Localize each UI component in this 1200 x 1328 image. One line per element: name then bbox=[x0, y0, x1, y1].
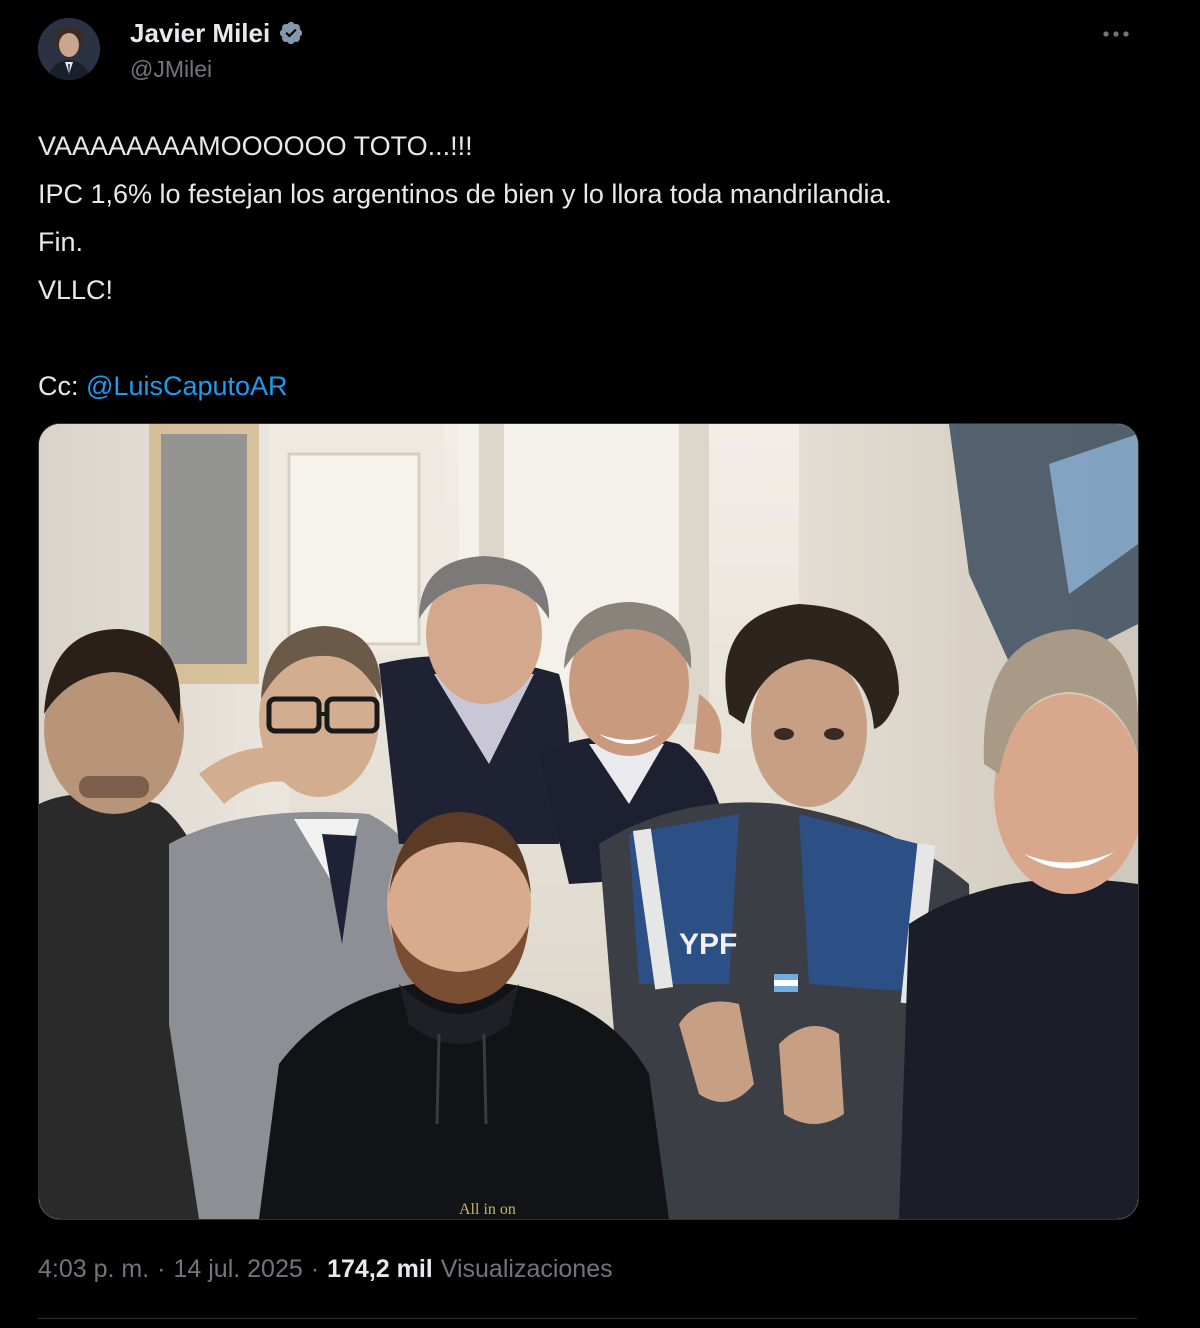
meta-separator: · bbox=[157, 1255, 166, 1283]
tweet-time[interactable]: 4:03 p. m. bbox=[38, 1255, 149, 1284]
tweet-line: Fin. bbox=[38, 227, 84, 257]
verified-badge-icon bbox=[278, 20, 304, 46]
cc-label: Cc: bbox=[38, 371, 87, 401]
author-block: Javier Milei @JMilei bbox=[130, 16, 304, 86]
group-selfie-photo: YPF All in on bbox=[39, 424, 1138, 1219]
tweet-date[interactable]: 14 jul. 2025 bbox=[174, 1255, 303, 1284]
author-avatar[interactable] bbox=[38, 18, 100, 80]
tweet-line: VAAAAAAAAMOOOOOO TOTO...!!! bbox=[38, 131, 473, 161]
tweet-text: VAAAAAAAAMOOOOOO TOTO...!!! IPC 1,6% lo … bbox=[38, 122, 1158, 410]
mention-link[interactable]: @LuisCaputoAR bbox=[86, 371, 288, 401]
shirt-print-text: All in on bbox=[459, 1201, 516, 1218]
meta-separator: · bbox=[310, 1255, 320, 1283]
author-display-name[interactable]: Javier Milei bbox=[130, 18, 270, 49]
author-name-row: Javier Milei bbox=[130, 16, 304, 50]
views-label: Visualizaciones bbox=[440, 1255, 613, 1283]
views-count: 174,2 mil bbox=[327, 1255, 433, 1283]
tweet-line: IPC 1,6% lo festejan los argentinos de b… bbox=[38, 179, 893, 209]
divider bbox=[38, 1318, 1137, 1319]
tweet-photo[interactable]: YPF All in on bbox=[38, 423, 1139, 1220]
tweet-cc-line: Cc: @LuisCaputoAR bbox=[38, 362, 1158, 410]
tweet: Javier Milei @JMilei VAAAAAAAAMOOOOOO TO… bbox=[0, 0, 1200, 1328]
more-options-icon[interactable] bbox=[1098, 22, 1134, 46]
ypf-logo-text: YPF bbox=[679, 928, 737, 961]
tweet-line: VLLC! bbox=[38, 275, 114, 305]
author-handle[interactable]: @JMilei bbox=[130, 56, 304, 83]
tweet-meta: 4:03 p. m. · 14 jul. 2025 · 174,2 mil Vi… bbox=[38, 1255, 613, 1284]
